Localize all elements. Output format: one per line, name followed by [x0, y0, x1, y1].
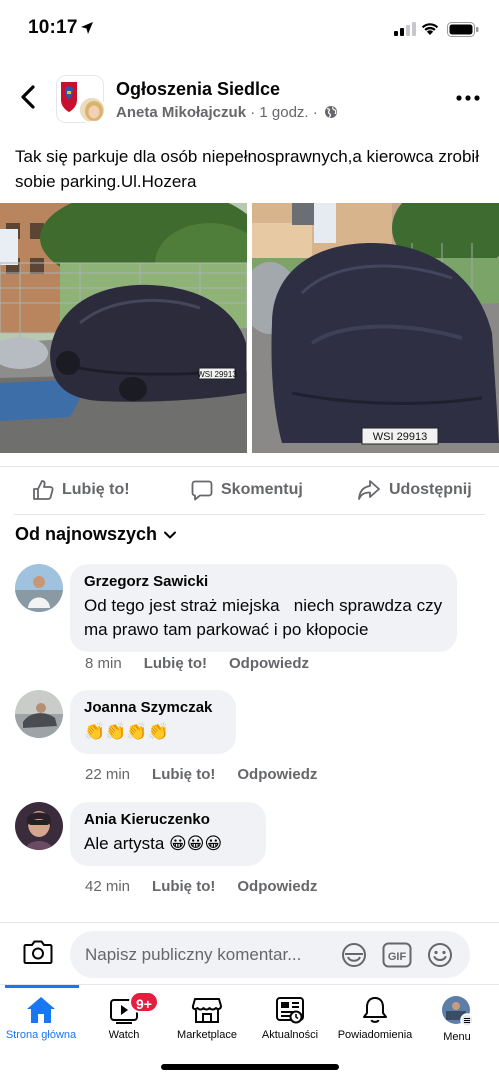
home-icon: [27, 997, 55, 1023]
comment-text: Ale artysta 😀😀😀: [84, 834, 223, 853]
meta-separator: ·: [250, 104, 256, 121]
like-label: Lubię to!: [62, 481, 130, 498]
post-time: 1 godz.: [259, 104, 309, 121]
comment-time: 8 min: [85, 655, 122, 672]
comment-like-button[interactable]: Lubię to!: [152, 878, 215, 895]
status-time: 10:17: [28, 17, 78, 38]
comment-reply-button[interactable]: Odpowiedz: [237, 878, 317, 895]
license-plate-1: WSI 29913: [197, 370, 237, 379]
post-photo-2[interactable]: WSI 29913: [252, 203, 499, 453]
cellular-signal-icon: [394, 22, 416, 36]
gif-icon[interactable]: GIF: [382, 942, 412, 968]
location-arrow-icon: [81, 22, 93, 34]
comment-bubble[interactable]: Ania Kieruczenko Ale artysta 😀😀😀: [70, 802, 266, 866]
comment-bubble-icon: [191, 480, 213, 501]
tab-label: Watch: [108, 1029, 140, 1041]
share-button[interactable]: Udostępnij: [357, 479, 472, 501]
bottom-tab-bar: Strona główna 9+ Watch Marketplace Aktua…: [0, 984, 499, 1080]
globe-icon: [324, 106, 337, 119]
active-tab-indicator: [5, 985, 79, 988]
camera-icon[interactable]: [23, 939, 53, 965]
license-plate-2: WSI 29913: [373, 431, 427, 443]
comment-button[interactable]: Skomentuj: [191, 479, 303, 501]
post-actions: Lubię to! Skomentuj Udostępnij: [0, 466, 499, 516]
chevron-down-icon: [164, 531, 177, 538]
tab-watch[interactable]: 9+ Watch: [79, 991, 169, 1041]
tab-notifications[interactable]: Powiadomienia: [330, 995, 420, 1041]
tab-label: Strona główna: [5, 1029, 77, 1041]
comment-time: 22 min: [85, 766, 131, 783]
comment-like-button[interactable]: Lubię to!: [152, 766, 215, 783]
home-indicator: [161, 1064, 339, 1070]
commenter-avatar[interactable]: [15, 802, 63, 850]
back-arrow-icon[interactable]: [14, 82, 44, 112]
post-photos: WSI 29913 WSI 29913: [0, 203, 499, 453]
battery-icon: [447, 22, 479, 37]
tab-label: Powiadomienia: [337, 1029, 413, 1041]
comment-input-placeholder: Napisz publiczny komentar...: [85, 945, 302, 964]
sticker-icon[interactable]: [340, 942, 368, 968]
divider: [14, 514, 485, 515]
thumbs-up-icon: [33, 480, 54, 500]
status-bar: 10:17: [0, 0, 499, 58]
wifi-icon: [421, 23, 439, 35]
comment-time: 42 min: [85, 878, 131, 895]
comment-label: Skomentuj: [221, 481, 303, 498]
marketplace-icon: [191, 998, 222, 1023]
commenter-name[interactable]: Joanna Szymczak: [84, 699, 222, 716]
comment-text: Od tego jest straż miejska niech sprawdz…: [84, 596, 447, 639]
comment-meta: 42 min Lubię to! Odpowiedz: [85, 878, 317, 895]
comment-sort-dropdown[interactable]: Od najnowszych: [15, 524, 177, 545]
post-author[interactable]: Aneta Mikołajczuk: [116, 104, 246, 121]
like-button[interactable]: Lubię to!: [32, 479, 130, 501]
tab-marketplace[interactable]: Marketplace: [162, 995, 252, 1041]
emoji-icon[interactable]: [427, 942, 453, 968]
gif-label: GIF: [388, 951, 407, 963]
comment-bubble[interactable]: Joanna Szymczak 👏👏👏👏: [70, 690, 236, 754]
comment-meta: 22 min Lubię to! Odpowiedz: [85, 766, 317, 783]
commenter-name[interactable]: Ania Kieruczenko: [84, 811, 252, 828]
comment-reply-button[interactable]: Odpowiedz: [237, 766, 317, 783]
news-icon: [276, 997, 304, 1024]
post-header: Ogłoszenia Siedlce Aneta Mikołajczuk · 1…: [0, 70, 499, 132]
tab-news[interactable]: Aktualności: [245, 995, 335, 1041]
post-text: Tak się parkuje dla osób niepełnosprawny…: [15, 147, 479, 191]
tab-label: Aktualności: [261, 1029, 319, 1041]
post-photo-1[interactable]: WSI 29913: [0, 203, 247, 453]
comment-like-button[interactable]: Lubię to!: [144, 655, 207, 672]
comment-meta: 8 min Lubię to! Odpowiedz: [85, 655, 309, 672]
menu-avatar-icon: [442, 996, 474, 1027]
comment-text: 👏👏👏👏: [84, 722, 169, 741]
comment-compose-bar: Napisz publiczny komentar... GIF: [0, 922, 499, 984]
share-arrow-icon: [358, 480, 380, 500]
share-label: Udostępnij: [389, 481, 472, 498]
more-options-icon[interactable]: [455, 88, 481, 108]
group-name[interactable]: Ogłoszenia Siedlce: [116, 79, 280, 100]
comment-bubble[interactable]: Grzegorz Sawicki Od tego jest straż miej…: [70, 564, 457, 652]
sort-label: Od najnowszych: [15, 524, 158, 544]
post-meta: Aneta Mikołajczuk · 1 godz. ·: [116, 104, 338, 121]
commenter-name[interactable]: Grzegorz Sawicki: [84, 573, 443, 590]
meta-separator: ·: [312, 104, 318, 121]
comment-input[interactable]: Napisz publiczny komentar... GIF: [70, 931, 470, 978]
author-avatar[interactable]: [78, 96, 106, 124]
bell-icon: [363, 997, 387, 1023]
comment-reply-button[interactable]: Odpowiedz: [229, 655, 309, 672]
tab-label: Menu: [443, 1031, 471, 1043]
commenter-avatar[interactable]: [15, 564, 63, 612]
tab-menu[interactable]: Menu: [412, 995, 499, 1043]
tab-home[interactable]: Strona główna: [0, 995, 86, 1041]
notification-badge: 9+: [129, 991, 159, 1013]
commenter-avatar[interactable]: [15, 690, 63, 738]
tab-label: Marketplace: [177, 1029, 237, 1041]
